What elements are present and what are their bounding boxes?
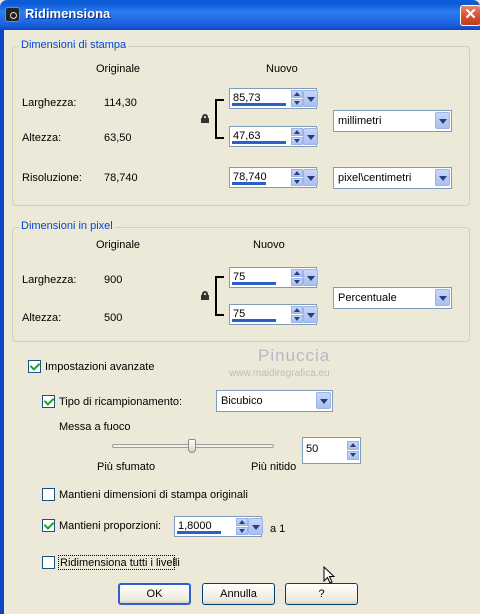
print-height-label: Altezza: — [22, 132, 62, 144]
watermark-url: www.maidiregrafica.eu — [229, 368, 330, 379]
watermark-name: Pinuccia — [258, 346, 331, 365]
pixel-height-field[interactable]: 75 — [229, 304, 318, 325]
keep-ratio-checkbox[interactable] — [42, 519, 55, 532]
resize-all-layers-label[interactable]: Ridimensiona tutti i livelli — [60, 557, 180, 569]
pixel-width-label: Larghezza: — [22, 274, 77, 286]
ratio-dropdown[interactable] — [248, 518, 263, 535]
print-width-label: Larghezza: — [22, 97, 77, 109]
resolution-unit-select[interactable]: pixel\centimetri — [333, 167, 452, 189]
pixel-link-bracket — [215, 276, 224, 316]
pixel-width-field[interactable]: 75 — [229, 267, 318, 288]
resolution-spinner[interactable] — [291, 169, 303, 186]
print-col-original: Originale — [96, 63, 141, 75]
print-width-spinner[interactable] — [291, 90, 303, 107]
resize-all-layers-checkbox[interactable] — [42, 556, 55, 569]
resolution-unit-value: pixel\centimetri — [338, 172, 412, 184]
ratio-spinner[interactable] — [236, 518, 248, 535]
print-height-spinner[interactable] — [291, 128, 303, 145]
close-button[interactable]: ✕ — [460, 5, 480, 26]
chevron-down-icon[interactable] — [435, 112, 450, 129]
resample-checkbox[interactable] — [42, 395, 55, 408]
advanced-settings-checkbox[interactable] — [28, 360, 41, 373]
keep-ratio-label[interactable]: Mantieni proporzioni: — [59, 520, 161, 532]
sharpen-value: 50 — [306, 443, 319, 455]
chevron-down-icon[interactable] — [316, 392, 331, 409]
print-col-new: Nuovo — [266, 63, 298, 75]
resolution-original: 78,740 — [104, 172, 138, 184]
cancel-button[interactable]: Annulla — [202, 583, 275, 605]
print-unit-select[interactable]: millimetri — [333, 110, 452, 132]
title-bar: Ridimensiona ✕ — [0, 0, 480, 30]
pixel-height-label: Altezza: — [22, 312, 62, 324]
print-link-bracket — [215, 99, 224, 139]
print-width-field[interactable]: 85,73 — [229, 88, 318, 109]
sharpen-min-label: Più sfumato — [97, 461, 156, 473]
pixel-size-legend: Dimensioni in pixel — [19, 220, 115, 232]
app-icon — [5, 7, 20, 22]
window-title: Ridimensiona — [25, 6, 111, 21]
window-frame — [0, 30, 4, 614]
ratio-suffix: a 1 — [270, 523, 286, 535]
pixel-height-spinner[interactable] — [291, 306, 303, 323]
ok-button[interactable]: OK — [118, 583, 191, 605]
resample-select[interactable]: Bicubico — [216, 390, 333, 412]
pixel-width-dropdown[interactable] — [303, 269, 318, 286]
mouse-cursor-icon — [323, 566, 335, 584]
advanced-settings-label[interactable]: Impostazioni avanzate — [45, 361, 154, 373]
print-width-original: 114,30 — [104, 97, 137, 109]
print-unit-value: millimetri — [338, 115, 382, 127]
resolution-label: Risoluzione: — [22, 172, 82, 184]
lock-icon[interactable] — [201, 291, 209, 300]
pixel-col-original: Originale — [96, 239, 141, 251]
pixel-col-new: Nuovo — [253, 239, 285, 251]
resolution-field[interactable]: 78,740 — [229, 167, 318, 188]
keep-print-size-label[interactable]: Mantieni dimensioni di stampa originali — [59, 489, 248, 501]
lock-icon[interactable] — [201, 114, 209, 123]
sharpen-label: Messa a fuoco — [59, 421, 131, 433]
print-height-original: 63,50 — [104, 132, 132, 144]
pixel-width-spinner[interactable] — [291, 269, 303, 286]
print-height-field[interactable]: 47,63 — [229, 126, 318, 147]
sharpen-value-field[interactable]: 50 — [302, 437, 361, 464]
keep-print-size-checkbox[interactable] — [42, 488, 55, 501]
print-size-legend: Dimensioni di stampa — [19, 39, 129, 51]
help-button[interactable]: ? — [285, 583, 358, 605]
pixel-width-original: 900 — [104, 274, 123, 286]
sharpen-max-label: Più nitido — [251, 461, 297, 473]
pixel-unit-select[interactable]: Percentuale — [333, 287, 452, 309]
print-width-dropdown[interactable] — [303, 90, 318, 107]
sharpen-slider-thumb[interactable] — [188, 439, 196, 453]
chevron-down-icon[interactable] — [435, 169, 450, 186]
ratio-field[interactable]: 1,8000 — [174, 516, 263, 537]
pixel-unit-value: Percentuale — [338, 292, 397, 304]
sharpen-spinner[interactable] — [347, 441, 359, 460]
resolution-dropdown[interactable] — [303, 169, 318, 186]
print-height-dropdown[interactable] — [303, 128, 318, 145]
resample-label[interactable]: Tipo di ricampionamento: — [59, 396, 182, 408]
chevron-down-icon[interactable] — [435, 289, 450, 306]
pixel-height-dropdown[interactable] — [303, 306, 318, 323]
pixel-height-original: 500 — [104, 312, 123, 324]
resample-value: Bicubico — [221, 395, 263, 407]
